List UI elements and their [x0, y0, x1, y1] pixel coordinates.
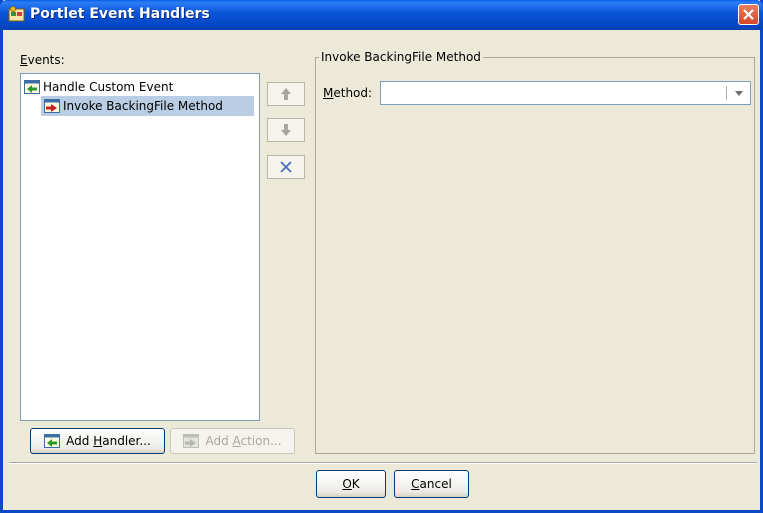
add-action-label: Add Action...: [205, 434, 282, 448]
combo-separator: [726, 86, 727, 100]
action-icon: [44, 99, 60, 113]
action-icon: [183, 434, 200, 448]
events-tree[interactable]: Handle Custom Event Invoke BackingFile M…: [20, 73, 260, 421]
move-up-button[interactable]: [267, 82, 305, 106]
cancel-button[interactable]: Cancel: [394, 470, 469, 498]
move-down-button[interactable]: [267, 118, 305, 142]
tree-item-invoke-backingfile-method[interactable]: Invoke BackingFile Method: [41, 96, 254, 116]
portlet-events-icon: [8, 6, 25, 22]
method-group-box: [315, 57, 755, 454]
event-handler-icon: [44, 434, 61, 448]
ok-label: OK: [342, 477, 360, 491]
group-title: Invoke BackingFile Method: [319, 50, 483, 64]
events-label: Events:: [20, 53, 65, 67]
method-label: Method:: [323, 86, 373, 100]
remove-button[interactable]: [267, 155, 305, 179]
method-combobox[interactable]: [380, 81, 751, 105]
close-button[interactable]: [738, 4, 759, 25]
dialog-window: Portlet Event Handlers Events: Handle Cu…: [0, 0, 763, 513]
ok-button[interactable]: OK: [316, 470, 386, 498]
arrow-down-icon: [281, 124, 291, 136]
tree-item-handle-custom-event[interactable]: Handle Custom Event: [24, 77, 173, 97]
title-bar[interactable]: Portlet Event Handlers: [0, 0, 763, 30]
close-icon: [743, 9, 754, 20]
add-handler-label: Add Handler...: [66, 434, 151, 448]
event-handler-icon: [24, 80, 40, 94]
arrow-up-icon: [281, 88, 291, 100]
remove-icon: [280, 161, 292, 173]
window-title: Portlet Event Handlers: [30, 6, 210, 22]
chevron-down-icon[interactable]: [735, 91, 743, 96]
cancel-label: Cancel: [411, 477, 452, 491]
add-action-button[interactable]: Add Action...: [170, 428, 295, 454]
add-handler-button[interactable]: Add Handler...: [30, 428, 165, 454]
footer-divider: [9, 462, 757, 464]
